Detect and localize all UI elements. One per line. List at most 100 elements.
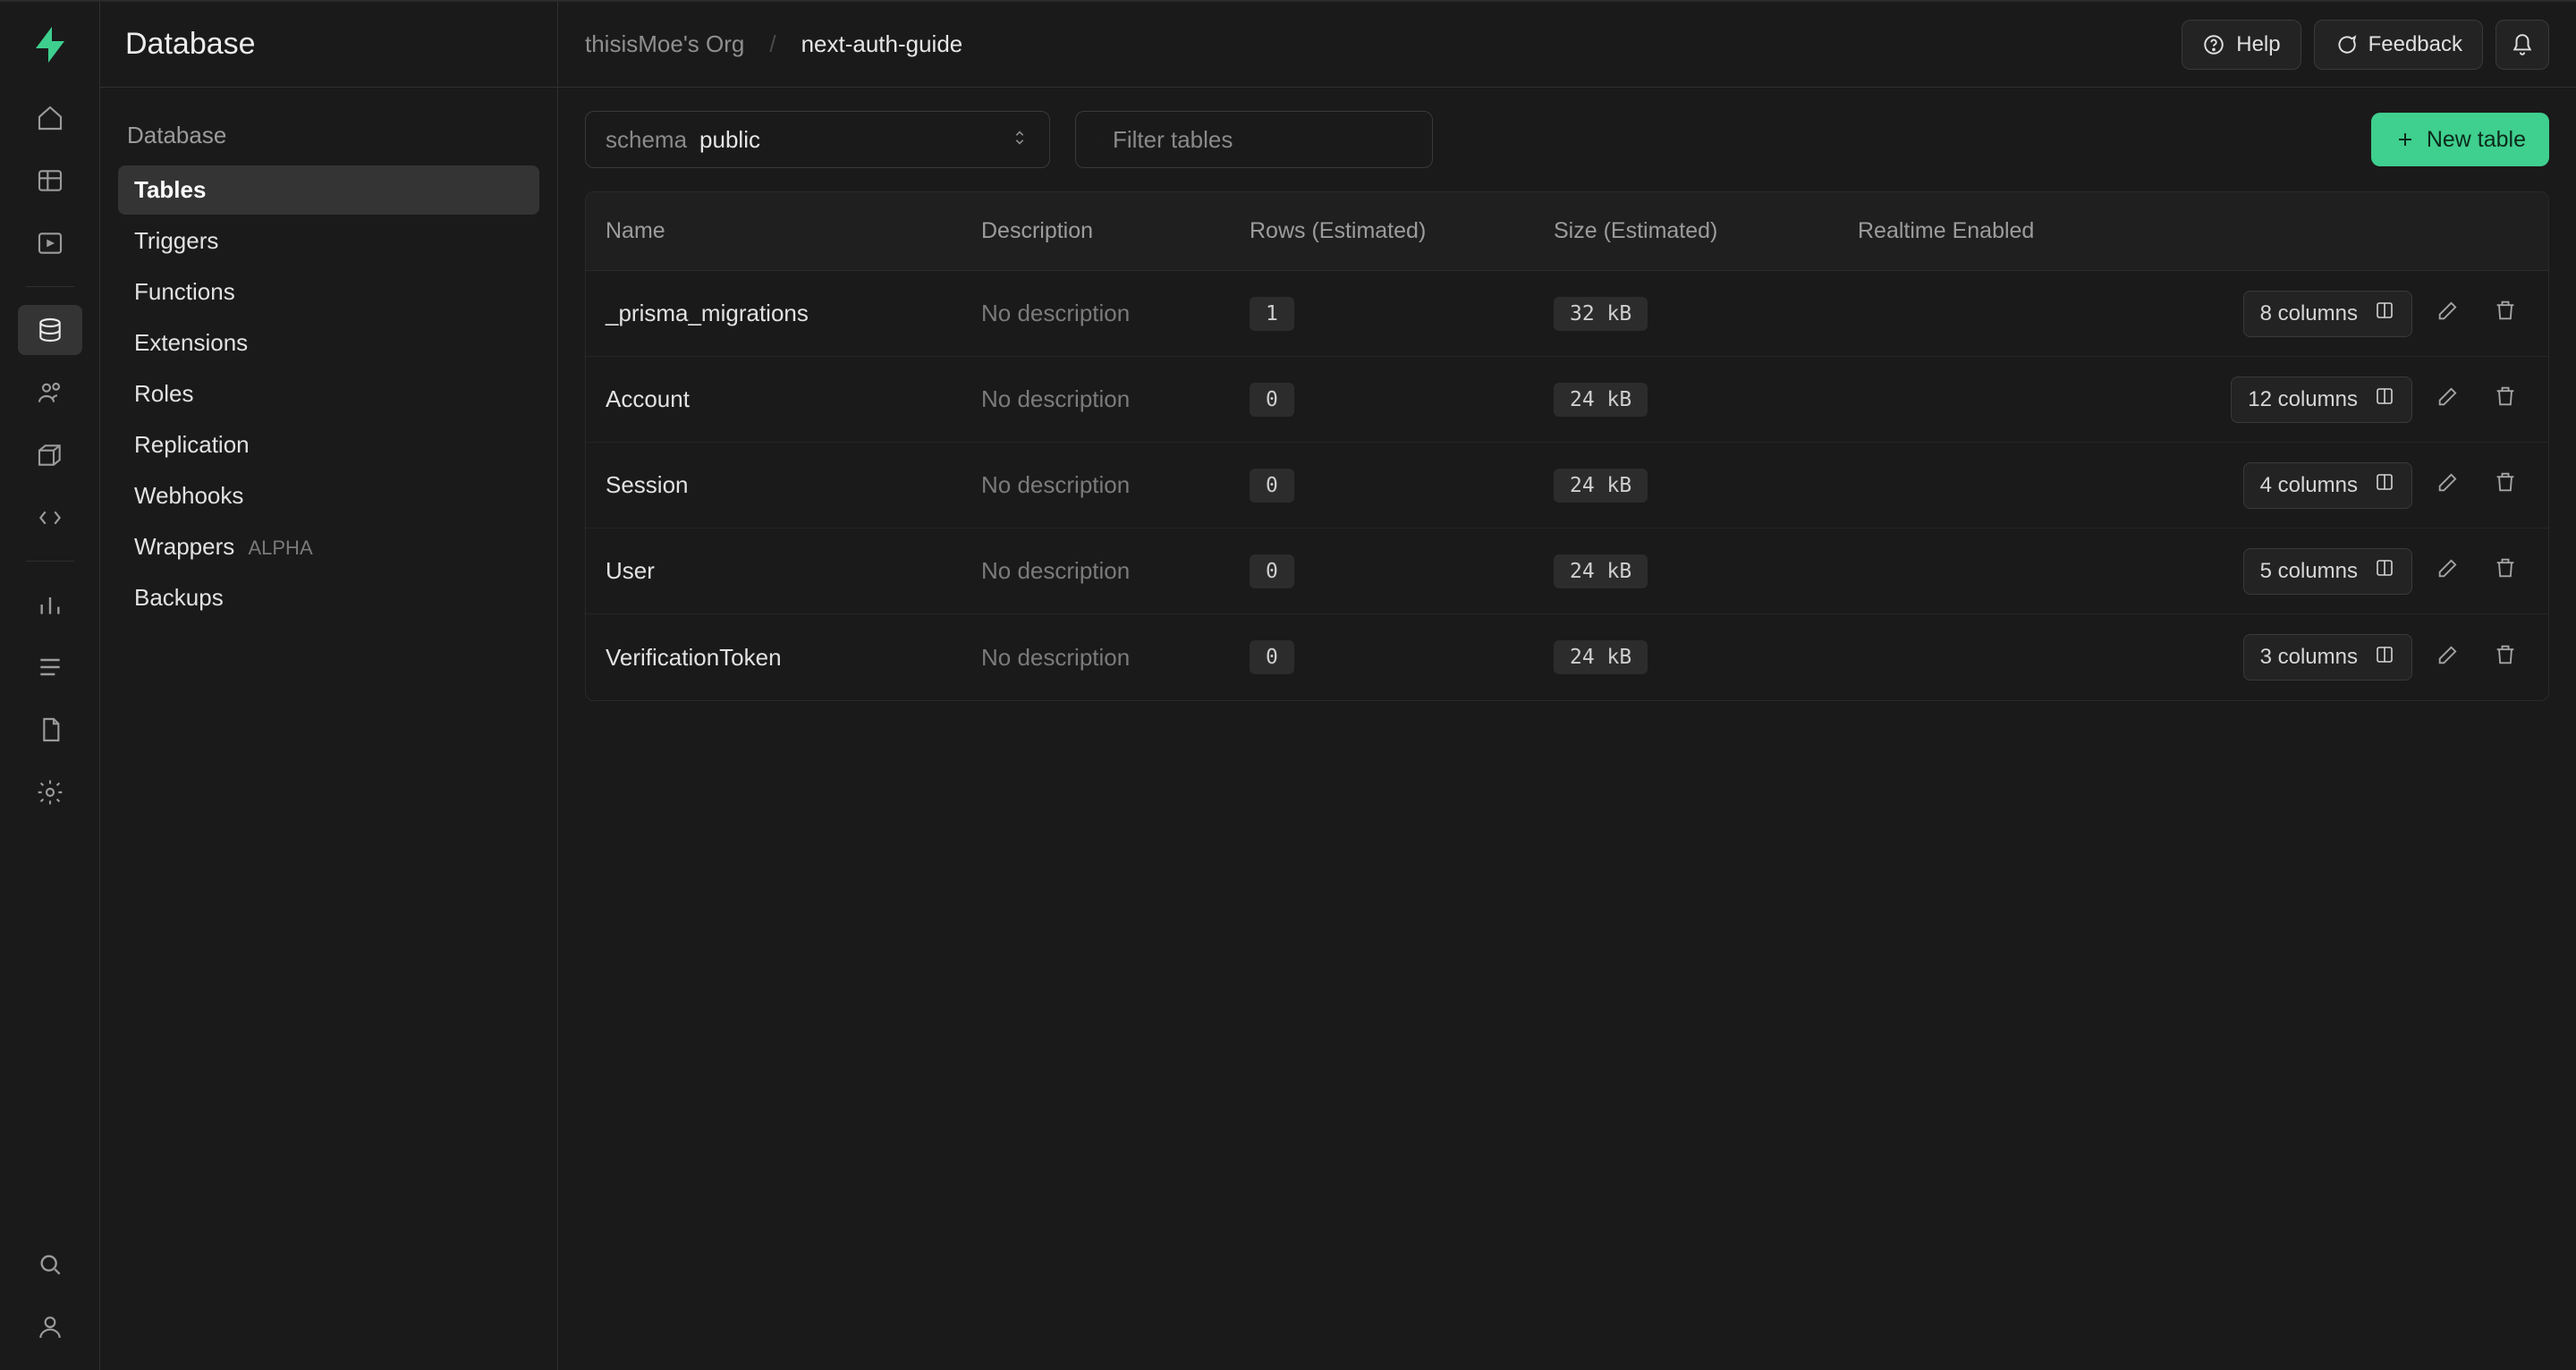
sidebar-item-label: Replication — [134, 431, 250, 458]
row-actions: 12 columns — [2190, 376, 2548, 423]
bell-icon — [2511, 33, 2534, 56]
nav-home-icon[interactable] — [18, 93, 82, 143]
breadcrumb-separator: / — [769, 30, 775, 58]
breadcrumb-project[interactable]: next-auth-guide — [801, 30, 963, 58]
rail-divider — [26, 561, 74, 562]
sidebar-item-triggers[interactable]: Triggers — [118, 216, 539, 266]
rail-divider — [26, 286, 74, 287]
cell-description: No description — [962, 644, 1230, 672]
columns-button[interactable]: 4 columns — [2243, 462, 2412, 509]
sidebar-item-roles[interactable]: Roles — [118, 369, 539, 419]
columns-button[interactable]: 12 columns — [2231, 376, 2412, 423]
table-row[interactable]: UserNo description024 kB 5 columns — [586, 529, 2548, 614]
edit-icon — [2436, 642, 2461, 673]
cell-size: 24 kB — [1534, 640, 1838, 674]
nav-logs-icon[interactable] — [18, 642, 82, 692]
columns-button[interactable]: 3 columns — [2243, 634, 2412, 681]
notifications-button[interactable] — [2496, 20, 2549, 70]
new-table-button[interactable]: New table — [2371, 113, 2549, 166]
nav-auth-icon[interactable] — [18, 368, 82, 418]
table-row[interactable]: AccountNo description024 kB12 columns — [586, 357, 2548, 443]
edit-button[interactable] — [2427, 550, 2470, 593]
delete-button[interactable] — [2484, 292, 2527, 335]
plus-icon — [2394, 129, 2416, 150]
filter-tables-input[interactable] — [1075, 111, 1433, 168]
delete-button[interactable] — [2484, 464, 2527, 507]
table-row[interactable]: VerificationTokenNo description024 kB3 c… — [586, 614, 2548, 700]
trash-icon — [2493, 555, 2518, 587]
sidebar-item-label: Webhooks — [134, 482, 243, 509]
supabase-logo[interactable] — [25, 20, 75, 70]
trash-icon — [2493, 642, 2518, 673]
nav-storage-icon[interactable] — [18, 430, 82, 480]
feedback-label: Feedback — [2368, 32, 2462, 57]
cell-name: Session — [586, 471, 962, 499]
cell-size: 24 kB — [1534, 383, 1838, 417]
sidebar-item-label: Triggers — [134, 227, 218, 254]
row-actions: 8 columns — [2190, 291, 2548, 337]
breadcrumb-org[interactable]: thisisMoe's Org — [585, 30, 744, 58]
feedback-button[interactable]: Feedback — [2314, 20, 2483, 70]
cell-description: No description — [962, 300, 1230, 327]
sidebar-item-backups[interactable]: Backups — [118, 573, 539, 622]
edit-button[interactable] — [2427, 464, 2470, 507]
nav-reports-icon[interactable] — [18, 579, 82, 630]
schema-select[interactable]: schema public — [585, 111, 1050, 168]
cell-rows: 0 — [1230, 640, 1534, 674]
edit-button[interactable] — [2427, 292, 2470, 335]
edit-icon — [2436, 469, 2461, 501]
nav-search-icon[interactable] — [18, 1239, 82, 1290]
nav-edge-functions-icon[interactable] — [18, 493, 82, 543]
columns-icon — [2374, 471, 2395, 499]
nav-database-icon[interactable] — [18, 305, 82, 355]
sidebar-item-functions[interactable]: Functions — [118, 267, 539, 317]
sidebar-item-tables[interactable]: Tables — [118, 165, 539, 215]
nav-api-docs-icon[interactable] — [18, 705, 82, 755]
nav-table-editor-icon[interactable] — [18, 156, 82, 206]
delete-button[interactable] — [2484, 550, 2527, 593]
sidebar: Database Database Tables Triggers Functi… — [100, 2, 558, 1370]
columns-button[interactable]: 5 columns — [2243, 548, 2412, 595]
nav-sql-editor-icon[interactable] — [18, 218, 82, 268]
cell-rows: 0 — [1230, 554, 1534, 588]
main: thisisMoe's Org / next-auth-guide Help F… — [558, 2, 2576, 1370]
edit-button[interactable] — [2427, 378, 2470, 421]
table-row[interactable]: SessionNo description024 kB4 columns — [586, 443, 2548, 529]
trash-icon — [2493, 298, 2518, 329]
nav-account-icon[interactable] — [18, 1302, 82, 1352]
col-header-realtime: Realtime Enabled — [1838, 218, 2190, 244]
cell-size: 24 kB — [1534, 469, 1838, 503]
col-header-rows: Rows (Estimated) — [1230, 218, 1534, 244]
delete-button[interactable] — [2484, 378, 2527, 421]
help-button[interactable]: Help — [2182, 20, 2301, 70]
columns-icon — [2374, 385, 2395, 413]
sidebar-item-wrappers[interactable]: Wrappers ALPHA — [118, 522, 539, 571]
help-label: Help — [2236, 32, 2280, 57]
sidebar-item-replication[interactable]: Replication — [118, 420, 539, 469]
nav-settings-icon[interactable] — [18, 767, 82, 817]
cell-description: No description — [962, 471, 1230, 499]
cell-rows: 1 — [1230, 297, 1534, 331]
table-header: Name Description Rows (Estimated) Size (… — [586, 192, 2548, 271]
cell-name: User — [586, 557, 962, 585]
sidebar-item-label: Tables — [134, 176, 206, 203]
table-row[interactable]: _prisma_migrationsNo description132 kB8 … — [586, 271, 2548, 357]
cell-size: 24 kB — [1534, 554, 1838, 588]
delete-button[interactable] — [2484, 636, 2527, 679]
schema-label: schema — [606, 126, 687, 154]
alpha-badge: ALPHA — [248, 537, 312, 559]
schema-value: public — [699, 126, 760, 154]
columns-icon — [2374, 644, 2395, 672]
toolbar: schema public New table — [558, 88, 2576, 191]
row-actions: 3 columns — [2190, 634, 2548, 681]
filter-tables-field[interactable] — [1113, 126, 1412, 154]
help-circle-icon — [2202, 33, 2225, 56]
edit-button[interactable] — [2427, 636, 2470, 679]
cell-description: No description — [962, 557, 1230, 585]
sidebar-item-extensions[interactable]: Extensions — [118, 318, 539, 368]
sidebar-item-webhooks[interactable]: Webhooks — [118, 471, 539, 520]
columns-button[interactable]: 8 columns — [2243, 291, 2412, 337]
cell-name: _prisma_migrations — [586, 300, 962, 327]
edit-icon — [2436, 555, 2461, 587]
search-icon — [1096, 129, 1097, 150]
